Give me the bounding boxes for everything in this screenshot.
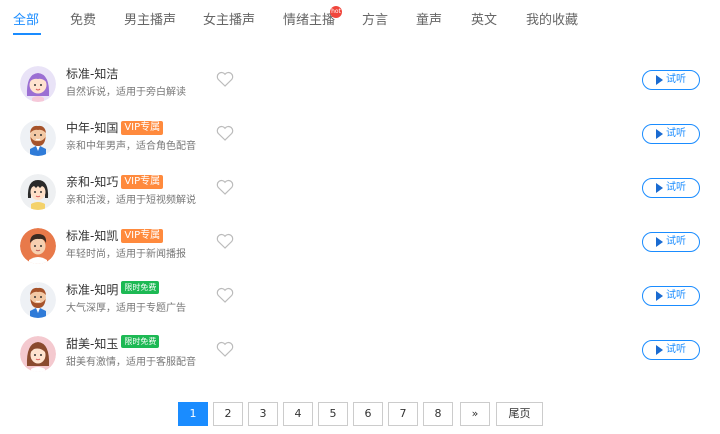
- voice-description: 大气深厚，适用于专题广告: [66, 303, 186, 314]
- tab-all[interactable]: 全部: [13, 12, 39, 30]
- tab-free[interactable]: 免费: [70, 12, 96, 30]
- vip-badge: VIP专属: [121, 229, 164, 243]
- active-tab-indicator: [13, 33, 41, 35]
- voice-name: 亲和-知巧: [66, 175, 119, 189]
- voice-name: 标准-知明: [66, 283, 119, 297]
- page-8-button[interactable]: 8: [423, 402, 453, 426]
- play-icon: [656, 183, 663, 193]
- play-icon: [656, 129, 663, 139]
- tab-male-voice[interactable]: 男主播声: [124, 12, 176, 30]
- voice-name: 标准-知凯: [66, 229, 119, 243]
- favorite-heart-icon[interactable]: [215, 231, 235, 251]
- play-icon: [656, 345, 663, 355]
- voice-row: 标准-知凯 VIP专属 年轻时尚，适用于新闻播报 试听: [0, 228, 720, 282]
- pagination: 1 2 3 4 5 6 7 8 » 尾页: [0, 402, 720, 426]
- bearded-man-icon: [20, 120, 56, 156]
- play-icon: [656, 291, 663, 301]
- voice-description: 甜美有激情，适用于客服配音: [66, 357, 196, 368]
- favorite-heart-icon[interactable]: [215, 339, 235, 359]
- voice-name: 中年-知国: [66, 121, 119, 135]
- page-1-button[interactable]: 1: [178, 402, 208, 426]
- voice-row: 标准-知明 限时免费 大气深厚，适用于专题广告 试听: [0, 280, 720, 336]
- tab-dialect[interactable]: 方言: [362, 12, 388, 30]
- girl-bangs-icon: [20, 174, 56, 210]
- voice-row: 中年-知国 VIP专属 亲和中年男声，适合角色配音 试听: [0, 120, 720, 174]
- voice-description: 亲和活泼，适用于短视频解说: [66, 195, 196, 206]
- page-4-button[interactable]: 4: [283, 402, 313, 426]
- page-6-button[interactable]: 6: [353, 402, 383, 426]
- preview-button[interactable]: 试听: [642, 70, 700, 90]
- favorite-heart-icon[interactable]: [215, 177, 235, 197]
- bearded-man-icon: [20, 282, 56, 318]
- voice-name: 标准-知洁: [66, 67, 119, 81]
- preview-button[interactable]: 试听: [642, 340, 700, 360]
- tab-emotion-voice[interactable]: 情绪主播: [283, 12, 335, 30]
- last-page-button[interactable]: 尾页: [496, 402, 543, 426]
- voice-row: 甜美-知玉 限时免费 甜美有激情，适用于客服配音 试听: [0, 334, 720, 390]
- play-icon: [656, 75, 663, 85]
- tab-english[interactable]: 英文: [471, 12, 497, 30]
- girl-purple-hair-icon: [20, 66, 56, 102]
- page-7-button[interactable]: 7: [388, 402, 418, 426]
- page-2-button[interactable]: 2: [213, 402, 243, 426]
- play-icon: [656, 237, 663, 247]
- vip-badge: VIP专属: [121, 121, 164, 135]
- next-page-button[interactable]: »: [460, 402, 490, 426]
- favorite-heart-icon[interactable]: [215, 285, 235, 305]
- woman-brown-hair-icon: [20, 336, 56, 372]
- favorite-heart-icon[interactable]: [215, 69, 235, 89]
- voice-name: 甜美-知玉: [66, 337, 119, 351]
- free-badge: 限时免费: [121, 280, 160, 294]
- vip-badge: VIP专属: [121, 175, 164, 189]
- voice-row: 标准-知洁 自然诉说，适用于旁白解读 试听: [0, 66, 720, 120]
- voice-description: 年轻时尚，适用于新闻播报: [66, 249, 186, 260]
- voice-description: 亲和中年男声，适合角色配音: [66, 141, 196, 152]
- page-3-button[interactable]: 3: [248, 402, 278, 426]
- young-man-icon: [20, 228, 56, 264]
- tab-female-voice[interactable]: 女主播声: [203, 12, 255, 30]
- page-5-button[interactable]: 5: [318, 402, 348, 426]
- voice-row: 亲和-知巧 VIP专属 亲和活泼，适用于短视频解说 试听: [0, 174, 720, 228]
- tab-child-voice[interactable]: 童声: [416, 12, 442, 30]
- preview-button[interactable]: 试听: [642, 178, 700, 198]
- favorite-heart-icon[interactable]: [215, 123, 235, 143]
- preview-button[interactable]: 试听: [642, 286, 700, 306]
- tab-my-favorites[interactable]: 我的收藏: [526, 12, 578, 30]
- preview-button[interactable]: 试听: [642, 232, 700, 252]
- free-badge: 限时免费: [121, 334, 160, 348]
- voice-description: 自然诉说，适用于旁白解读: [66, 87, 186, 98]
- category-tabs: 全部 免费 男主播声 女主播声 情绪主播 hot 方言 童声 英文 我的收藏: [0, 0, 720, 42]
- preview-button[interactable]: 试听: [642, 124, 700, 144]
- hot-badge: hot: [330, 6, 342, 18]
